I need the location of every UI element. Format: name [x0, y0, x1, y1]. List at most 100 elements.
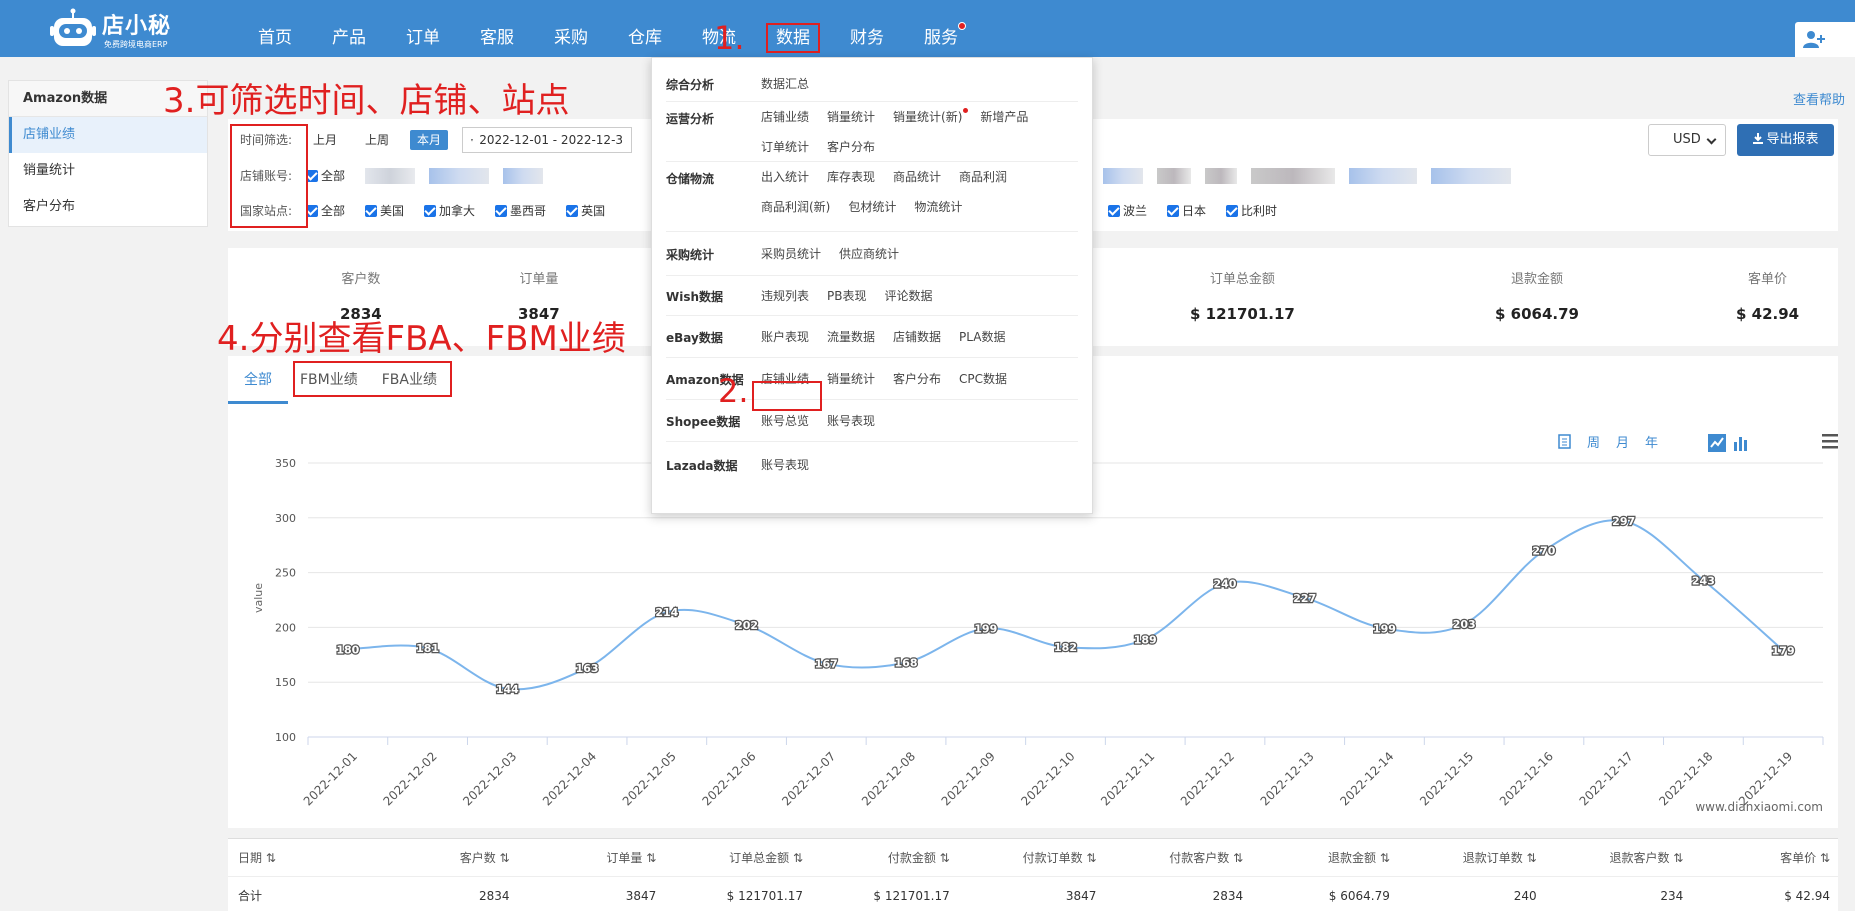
menu-item[interactable]: 数据汇总	[761, 69, 809, 99]
x-axis: 2022-12-01 2022-12-02 2022-12-03 2022-12-04…	[301, 736, 1824, 808]
menu-item[interactable]: 客户分布	[893, 364, 941, 394]
nav-label: 产品	[332, 28, 366, 48]
x-tick-label: 2022-12-10	[1018, 749, 1077, 808]
user-menu-button[interactable]	[1795, 22, 1855, 57]
nav-home[interactable]: 首页	[238, 0, 312, 57]
table-header-cell[interactable]: 退款订单数 ⇅	[1398, 839, 1545, 876]
menu-item[interactable]: 流量数据	[827, 322, 875, 352]
menu-item[interactable]: PB表现	[827, 281, 866, 311]
menu-item[interactable]: CPC数据	[959, 364, 1007, 394]
top-navbar: 店小秘 免费跨境电商ERP 首页 产品 订单 客服 采购 仓库 物流 数据 财务…	[0, 0, 1855, 57]
menu-item[interactable]: 物流统计	[914, 192, 962, 222]
nav-products[interactable]: 产品	[312, 0, 386, 57]
data-point-label: 203	[1453, 618, 1476, 631]
nav-data[interactable]: 数据	[756, 0, 830, 57]
table-header-cell[interactable]: 付款金额 ⇅	[811, 839, 958, 876]
site-pl-checkbox[interactable]: 波兰	[1108, 197, 1147, 225]
table-header-cell[interactable]: 订单总金额 ⇅	[664, 839, 811, 876]
amazon-store-highlight	[752, 381, 822, 411]
menu-item[interactable]: 账号表现	[761, 450, 809, 480]
menu-item[interactable]: 订单统计	[761, 132, 809, 162]
redacted-account	[503, 168, 544, 184]
sidebar-item-customer-distribution[interactable]: 客户分布	[9, 189, 207, 225]
menu-item[interactable]: 出入统计	[761, 162, 809, 192]
nav-orders[interactable]: 订单	[386, 0, 460, 57]
nav-customer-service[interactable]: 客服	[460, 0, 534, 57]
menu-item[interactable]: 销量统计(新)	[893, 102, 969, 132]
series-line	[347, 519, 1784, 691]
table-header-cell[interactable]: 退款客户数 ⇅	[1545, 839, 1692, 876]
time-option-last-month[interactable]: 上月	[306, 130, 344, 150]
annotation-step-2: 2.	[718, 372, 749, 410]
checkbox-label: 波兰	[1123, 204, 1148, 218]
nav-warehouse[interactable]: 仓库	[608, 0, 682, 57]
menu-item[interactable]: 店铺业绩	[761, 102, 809, 132]
time-option-last-week[interactable]: 上周	[358, 130, 396, 150]
table-header-cell[interactable]: 订单量 ⇅	[518, 839, 665, 876]
menu-item[interactable]: 库存表现	[827, 162, 875, 192]
menu-item[interactable]: 采购员统计	[761, 239, 821, 269]
site-be-checkbox[interactable]: 比利时	[1226, 197, 1277, 225]
stat-value: $ 121701.17	[1190, 305, 1295, 323]
time-option-this-month[interactable]: 本月	[410, 130, 449, 150]
currency-select[interactable]: USD	[1648, 124, 1726, 156]
x-tick-label: 2022-12-14	[1337, 749, 1396, 808]
menu-item[interactable]: 评论数据	[885, 281, 933, 311]
stat-label: 客单价	[1748, 272, 1788, 287]
menu-item[interactable]: 商品统计	[893, 162, 941, 192]
logo[interactable]: 店小秘 免费跨境电商ERP	[50, 6, 190, 52]
nav-service[interactable]: 服务	[904, 0, 978, 57]
sidebar-item-sales-stats[interactable]: 销量统计	[9, 153, 207, 189]
export-report-button[interactable]: 导出报表	[1737, 124, 1834, 156]
menu-item[interactable]: 新增产品	[980, 102, 1028, 132]
menu-item[interactable]: 销量统计	[827, 102, 875, 132]
checkbox-checked-icon	[1167, 205, 1180, 217]
site-us-checkbox[interactable]: 美国	[365, 197, 404, 225]
currency-value: USD	[1673, 132, 1701, 147]
sidebar-item-store-performance[interactable]: 店铺业绩	[9, 117, 207, 153]
table-header-cell[interactable]: 客户数 ⇅	[371, 839, 518, 876]
x-tick-label: 2022-12-04	[540, 749, 599, 808]
menu-item[interactable]: PLA数据	[959, 322, 1005, 352]
menu-item[interactable]: 包材统计	[848, 192, 896, 222]
menu-item[interactable]: 供应商统计	[839, 239, 899, 269]
site-ca-checkbox[interactable]: 加拿大	[424, 197, 475, 225]
redacted-account	[1251, 168, 1335, 184]
menu-item[interactable]: 违规列表	[761, 281, 809, 311]
nav-purchase[interactable]: 采购	[534, 0, 608, 57]
date-range-picker[interactable]: 2022-12-01 - 2022-12-3	[462, 127, 633, 153]
site-jp-checkbox[interactable]: 日本	[1167, 197, 1206, 225]
table-header-cell[interactable]: 客单价 ⇅	[1691, 839, 1838, 876]
x-tick-label: 2022-12-09	[939, 749, 998, 808]
menu-item[interactable]: 商品利润(新)	[761, 192, 830, 222]
logo-brand-name: 店小秘	[102, 14, 172, 39]
data-point-label: 270	[1532, 545, 1555, 558]
table-header-cell[interactable]: 日期 ⇅	[228, 839, 371, 876]
site-all-checkbox[interactable]: 全部	[306, 197, 345, 225]
data-point-label: 297	[1612, 515, 1635, 528]
account-all-checkbox[interactable]: 全部	[306, 162, 345, 190]
menu-group: Lazada数据 账号表现	[666, 442, 1078, 488]
checkbox-label: 英国	[581, 204, 606, 218]
table-header-cell[interactable]: 退款金额 ⇅	[1251, 839, 1398, 876]
help-link[interactable]: 查看帮助	[1793, 89, 1845, 108]
table-header-cell[interactable]: 付款订单数 ⇅	[958, 839, 1105, 876]
main-nav: 首页 产品 订单 客服 采购 仓库 物流 数据 财务 服务	[238, 0, 978, 57]
menu-item[interactable]: 店铺数据	[893, 322, 941, 352]
menu-item[interactable]: 客户分布	[827, 132, 875, 162]
menu-group-title: 综合分析	[666, 78, 715, 92]
checkbox-label: 加拿大	[439, 204, 476, 218]
menu-item[interactable]: 商品利润	[959, 162, 1007, 192]
x-tick-label: 2022-12-01	[301, 749, 360, 808]
nav-finance[interactable]: 财务	[830, 0, 904, 57]
site-uk-checkbox[interactable]: 英国	[566, 197, 605, 225]
menu-item[interactable]: 账号表现	[827, 406, 875, 436]
stat-value: $ 42.94	[1736, 305, 1800, 323]
menu-item[interactable]: 销量统计	[827, 364, 875, 394]
menu-item[interactable]: 账户表现	[761, 322, 809, 352]
table-header-cell[interactable]: 付款客户数 ⇅	[1104, 839, 1251, 876]
site-mx-checkbox[interactable]: 墨西哥	[495, 197, 546, 225]
x-tick-label: 2022-12-16	[1497, 749, 1556, 808]
checkbox-checked-icon	[365, 205, 378, 217]
table-cell: 240	[1513, 889, 1537, 903]
